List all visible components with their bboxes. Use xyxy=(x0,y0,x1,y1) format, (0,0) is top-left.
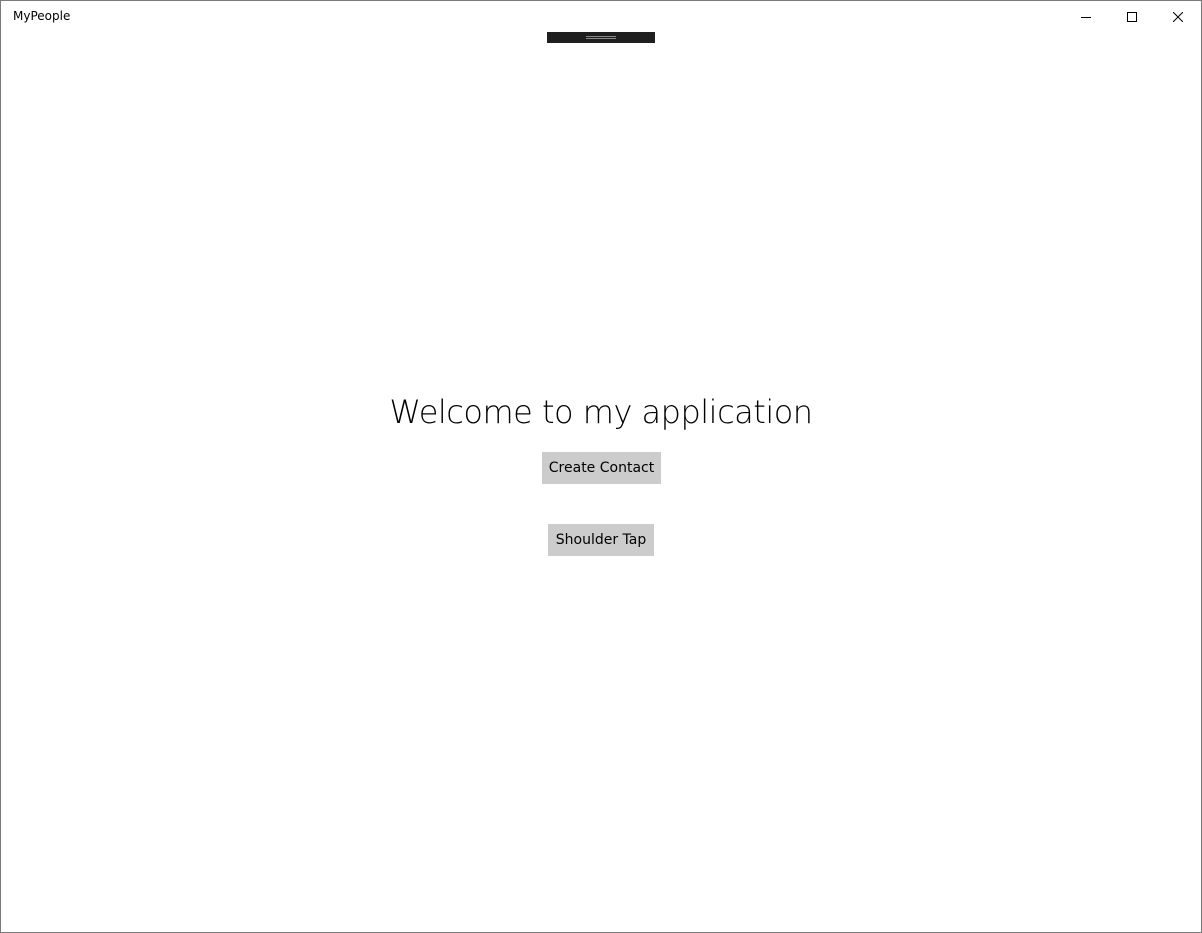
shoulder-tap-button[interactable]: Shoulder Tap xyxy=(548,524,654,556)
close-button[interactable] xyxy=(1155,1,1201,32)
close-icon xyxy=(1173,11,1183,22)
welcome-heading: Welcome to my application xyxy=(389,393,813,431)
minimize-button[interactable] xyxy=(1063,1,1109,32)
app-window: MyPeople Welcome to my application Creat… xyxy=(0,0,1202,933)
minimize-icon xyxy=(1081,12,1091,22)
window-title: MyPeople xyxy=(13,9,71,23)
maximize-button[interactable] xyxy=(1109,1,1155,32)
main-content: Welcome to my application Create Contact… xyxy=(1,32,1201,932)
create-contact-button[interactable]: Create Contact xyxy=(542,452,661,484)
maximize-icon xyxy=(1127,11,1137,22)
title-bar[interactable]: MyPeople xyxy=(1,1,1201,32)
